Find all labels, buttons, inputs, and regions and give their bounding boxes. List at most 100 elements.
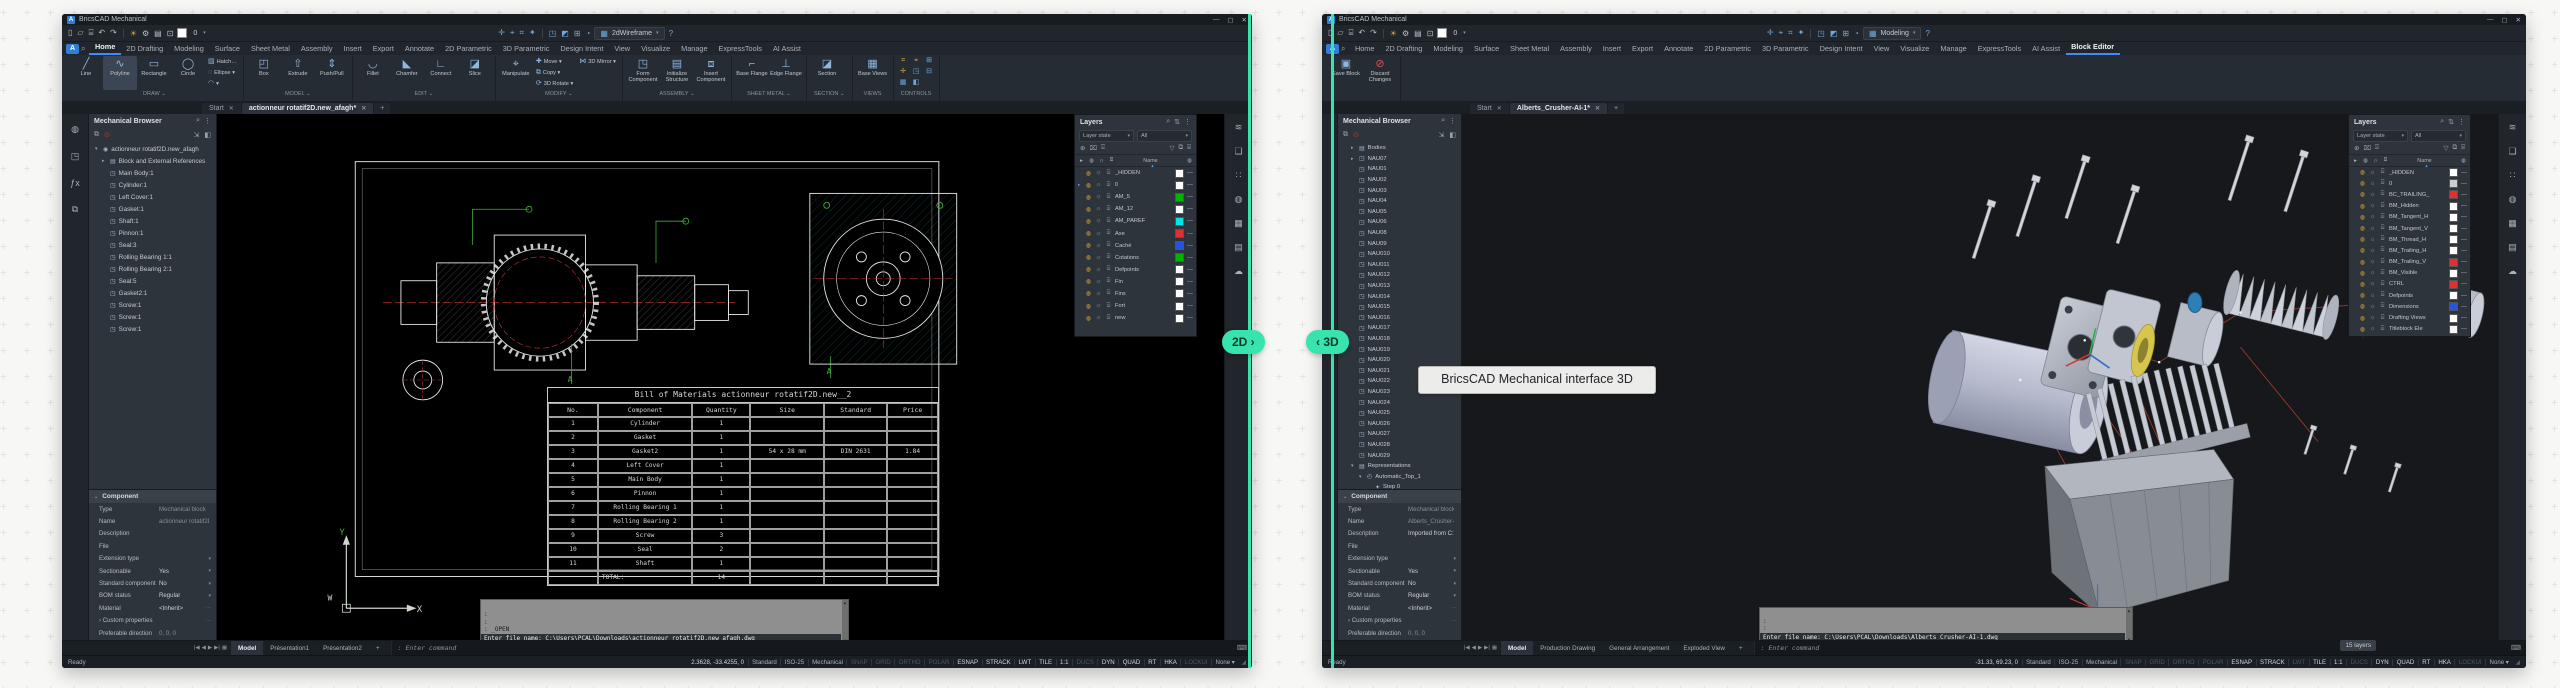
layer-linetype[interactable]: —	[1187, 231, 1193, 237]
tree-item[interactable]: ◳ NAU029	[1338, 450, 1461, 461]
status-toggle[interactable]: LOCKUI	[2454, 659, 2485, 666]
property-control-icon[interactable]: ▾	[1451, 581, 1456, 587]
status-toggle[interactable]: TILE	[1035, 659, 1056, 666]
layer-freeze-icon[interactable]: ☼	[1095, 182, 1102, 188]
layer-color-swatch[interactable]	[1175, 314, 1184, 323]
layer-linetype[interactable]: —	[1187, 206, 1193, 212]
layer-linetype[interactable]: —	[1187, 218, 1193, 224]
tree-item[interactable]: ◳ NAU03	[1338, 185, 1461, 196]
property-row[interactable]: Standard component No ▾	[89, 577, 216, 589]
status-toggle[interactable]: DUCS	[1072, 659, 1097, 666]
browser-tool-icon[interactable]: ◧	[1449, 131, 1456, 139]
qat-icon[interactable]: ▤	[154, 29, 162, 38]
property-control-icon[interactable]: ▾	[206, 556, 211, 562]
property-control-icon[interactable]: ▾	[206, 568, 211, 574]
layout-tab[interactable]: Présentation1	[263, 641, 316, 655]
ribbon-tab[interactable]: 2D Parametric	[440, 44, 498, 55]
ribbon-button[interactable]: ▦ Base Views	[856, 56, 890, 90]
view-toolbar-icon[interactable]: ◩	[561, 29, 569, 38]
tree-item[interactable]: ◳ NAU026	[1338, 418, 1461, 429]
ribbon-button[interactable]: ⌗	[897, 56, 910, 67]
ribbon-button[interactable]: ✛	[897, 67, 910, 78]
layer-color-swatch[interactable]	[2449, 269, 2458, 278]
qat-icon[interactable]: ↷	[110, 28, 117, 38]
property-row[interactable]: Extension type ▾	[89, 553, 216, 565]
ribbon-tab[interactable]: Insert	[1597, 44, 1626, 55]
layer-lock-icon[interactable]: ⌸	[1105, 254, 1112, 261]
layer-color-swatch[interactable]	[2449, 179, 2458, 188]
layer-on-icon[interactable]: ◍	[2359, 236, 2366, 243]
ribbon-button[interactable]: ◠ ▾	[205, 78, 240, 89]
snap-toolbar-icon[interactable]: ⌗	[1788, 28, 1793, 38]
qat-icon[interactable]: ⌸	[89, 28, 94, 38]
layer-on-icon[interactable]: ◍	[1085, 242, 1092, 249]
window-control-button[interactable]: ✕	[2516, 16, 2521, 24]
ribbon-button[interactable]: ⊟	[923, 67, 936, 78]
layer-row[interactable]: ▸ ◍ ☼ ⌸ 0 —	[1075, 179, 1196, 191]
titlebar[interactable]: A BricsCAD Mechanical —▢✕	[1322, 14, 2526, 25]
ribbon-tab[interactable]: Annotate	[1659, 44, 1699, 55]
layer-on-icon[interactable]: ◍	[2359, 180, 2366, 187]
layer-on-icon[interactable]: ◍	[2359, 203, 2366, 210]
layers-tool-icon[interactable]: ⍗	[2375, 144, 2379, 152]
property-control-icon[interactable]: ▾	[1451, 556, 1456, 562]
snap-toolbar-icon[interactable]: ⌖	[510, 28, 515, 38]
layer-row[interactable]: ◍ ☼ ⌸ Axe —	[1075, 227, 1196, 239]
layer-freeze-icon[interactable]: ☼	[2369, 281, 2376, 287]
command-history-window[interactable]: :: Enter file name: C:\Users\PCAL\Downlo…	[1759, 607, 2133, 640]
ribbon-tab[interactable]: 3D Parametric	[497, 44, 555, 55]
toggle-2d-button[interactable]: 2D ›	[1222, 330, 1265, 354]
ribbon-button[interactable]: ⧉ Copy ▾	[533, 67, 576, 78]
tree-item[interactable]: ▾ ◴ Automatic_Top_1	[1338, 471, 1461, 482]
layout-tab[interactable]: +	[369, 641, 387, 655]
layer-color-swatch[interactable]	[1175, 302, 1184, 311]
layer-freeze-icon[interactable]: ☼	[2369, 214, 2376, 220]
status-toggle[interactable]: RT	[2418, 659, 2434, 666]
layer-row[interactable]: ◍ ☼ ⌸ Titleblock Ele —	[2349, 324, 2470, 335]
qat-icon[interactable]: ↶	[1358, 28, 1365, 38]
document-tab[interactable]: Alberts_Crusher-AI-1*✕	[1510, 103, 1607, 114]
visual-style-dropdown[interactable]: ▦ Modeling ▾	[1863, 27, 1922, 40]
close-icon[interactable]: ✕	[361, 105, 366, 112]
layer-freeze-icon[interactable]: ☼	[2369, 237, 2376, 243]
ribbon-tab[interactable]: 2D Drafting	[1380, 44, 1428, 55]
tree-item[interactable]: ◳ NAU020	[1338, 355, 1461, 366]
status-toggle[interactable]: QUAD	[1118, 659, 1144, 666]
layers-tool-icon[interactable]: ⌧	[2363, 144, 2371, 152]
layer-state-dropdown[interactable]: Layer state▾	[2353, 130, 2408, 142]
browser-tool-icon[interactable]: ⇲	[194, 131, 200, 139]
qat-icon[interactable]: ☀	[130, 29, 137, 38]
ribbon-button[interactable]: ▦	[897, 78, 910, 89]
ribbon-button[interactable]: ⧈ Insert Component	[694, 56, 728, 90]
layers-tool-icon[interactable]: ⌸	[1187, 144, 1191, 152]
tree-item[interactable]: ◳ NAU012	[1338, 270, 1461, 281]
search-icon[interactable]: ⌕	[81, 44, 85, 54]
left-rail-icon[interactable]: ƒx	[70, 178, 80, 188]
snap-toolbar-icon[interactable]: ✛	[498, 28, 505, 38]
ribbon-tab[interactable]: Modeling	[169, 44, 210, 55]
layer-row[interactable]: ◍ ☼ ⌸ BM_Trailing_V —	[2349, 257, 2470, 268]
panel-header-icon[interactable]: ⋮	[1449, 117, 1456, 125]
layer-on-icon[interactable]: ◍	[1085, 206, 1092, 213]
layer-freeze-icon[interactable]: ☼	[1095, 206, 1102, 212]
tree-item[interactable]: ◳ NAU013	[1338, 281, 1461, 292]
tree-item[interactable]: ◳ NAU016	[1338, 313, 1461, 324]
view-toolbar-icon[interactable]: ⊞	[1842, 29, 1849, 38]
expand-arrow-icon[interactable]: ▸	[1351, 156, 1356, 162]
right-rail-icon[interactable]: ❏	[2508, 146, 2516, 157]
view-toolbar-icon[interactable]: ◩	[1830, 29, 1838, 38]
status-toggle[interactable]: None ▾	[2485, 659, 2512, 666]
status-toggle[interactable]: ISO-25	[780, 659, 807, 666]
tree-item[interactable]: ◳ NAU018	[1338, 334, 1461, 345]
ribbon-tab[interactable]: View	[609, 44, 636, 55]
properties-header[interactable]: Component	[102, 493, 138, 500]
layer-lock-icon[interactable]: ⌸	[2379, 191, 2386, 198]
ribbon-button[interactable]: ⊞	[923, 56, 936, 67]
collapse-icon[interactable]: ⌄	[1343, 494, 1347, 500]
status-toggle[interactable]: RT	[1144, 659, 1160, 666]
current-layer-field[interactable]: 0	[191, 30, 199, 37]
layer-freeze-icon[interactable]: ☼	[2369, 315, 2376, 321]
layer-linetype[interactable]: —	[2461, 259, 2467, 265]
tree-item[interactable]: ◳ Screw:1	[89, 311, 216, 323]
status-toggle[interactable]: GRID	[2145, 659, 2168, 666]
